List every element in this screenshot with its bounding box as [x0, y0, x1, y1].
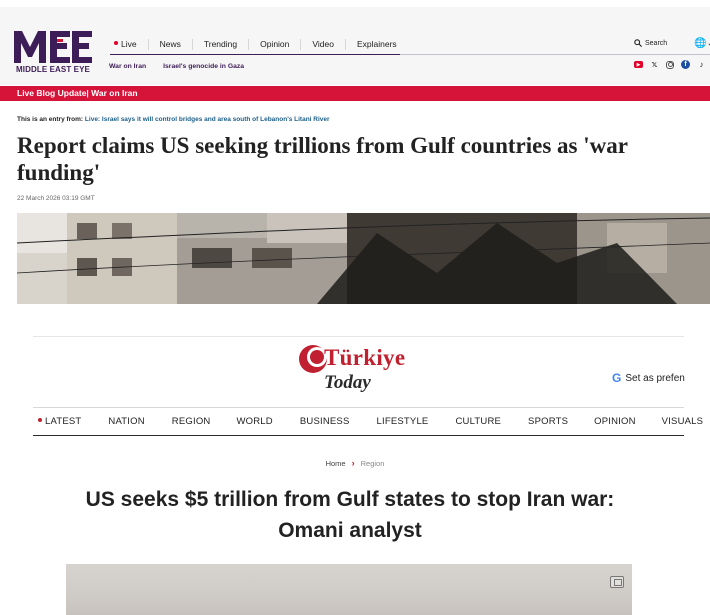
- mee-logo-mark: [14, 31, 92, 63]
- nav-video[interactable]: Video: [301, 38, 346, 50]
- breadcrumb-region[interactable]: Region: [361, 459, 385, 468]
- tt-nav-region[interactable]: REGION: [172, 416, 211, 427]
- mee-article-photo: [17, 213, 710, 304]
- tt-nav-culture[interactable]: CULTURE: [455, 416, 501, 427]
- mee-logo[interactable]: MIDDLE EAST EYE: [14, 29, 96, 75]
- tt-nav-business[interactable]: BUSINESS: [300, 416, 350, 427]
- tt-nav-sports[interactable]: SPORTS: [528, 416, 568, 427]
- live-dot-icon: [114, 41, 118, 46]
- nav-opinion[interactable]: Opinion: [249, 38, 302, 50]
- search-label: Search: [645, 39, 668, 47]
- tt-logo[interactable]: Türkiye Today: [296, 343, 406, 401]
- breadcrumb-home[interactable]: Home: [326, 459, 346, 468]
- latest-dot-icon: [38, 417, 42, 422]
- tt-headline: US seeks $5 trillion from Gulf states to…: [85, 488, 615, 542]
- live-blog-bar-text: Live Blog Update| War on Iran: [17, 88, 138, 98]
- tt-logo-line2: Today: [324, 372, 371, 393]
- youtube-icon[interactable]: ▶: [634, 61, 643, 68]
- tt-article-photo: [66, 564, 632, 615]
- tt-nav-latest-label: LATEST: [45, 415, 82, 427]
- entry-link[interactable]: Live: Israel says it will control bridge…: [85, 116, 330, 123]
- x-icon[interactable]: 𝕏: [650, 60, 659, 69]
- nav-live[interactable]: Live: [110, 38, 149, 50]
- sublink-war-on-iran[interactable]: War on Iran: [109, 63, 146, 70]
- mee-sub-nav: War on Iran Israel's genocide in Gaza: [109, 63, 244, 70]
- mee-logo-text: MIDDLE EAST EYE: [16, 65, 90, 74]
- tt-nav-lifestyle[interactable]: LIFESTYLE: [377, 416, 429, 427]
- google-icon: G: [612, 371, 622, 385]
- tt-nav-visuals[interactable]: VISUALS: [662, 416, 704, 427]
- chevron-right-icon: ›: [351, 458, 355, 468]
- nav-trending[interactable]: Trending: [193, 38, 250, 50]
- nav-explainers[interactable]: Explainers: [346, 39, 408, 50]
- mee-page: MIDDLE EAST EYE Live News Trending Opini…: [0, 0, 710, 305]
- breadcrumb: Home › Region: [0, 458, 710, 468]
- expand-image-icon[interactable]: [610, 576, 624, 588]
- nav-news[interactable]: News: [149, 38, 193, 50]
- mee-main-nav: Live News Trending Opinion Video Explain…: [110, 37, 408, 51]
- entry-source: This is an entry from: Live: Israel says…: [17, 116, 330, 123]
- tt-top-divider: [33, 336, 684, 337]
- tt-nav-latest[interactable]: LATEST: [38, 416, 81, 427]
- tt-nav-world[interactable]: WORLD: [236, 416, 272, 427]
- photo-building-illustration: [17, 213, 710, 304]
- tt-logo-line1: Türkiye: [324, 345, 406, 370]
- nav-divider-accent: [110, 54, 400, 55]
- tt-nav-opinion[interactable]: OPINION: [594, 416, 636, 427]
- set-preferred-label: Set as prefen: [625, 372, 685, 384]
- mee-headline: Report claims US seeking trillions from …: [17, 133, 628, 185]
- mee-date: 22 March 2026 03:19 GMT: [17, 195, 95, 202]
- language-globe-icon[interactable]: 🌐⌄: [694, 38, 710, 49]
- turkiye-today-page: Türkiye Today G Set as prefen LATEST NAT…: [0, 305, 710, 615]
- entry-prefix: This is an entry from:: [17, 116, 84, 123]
- tt-nav-bottom-divider: [33, 435, 684, 436]
- live-blog-bar[interactable]: Live Blog Update| War on Iran: [0, 86, 710, 101]
- tt-nav-top-divider: [33, 407, 684, 408]
- tt-nav-nation[interactable]: NATION: [108, 416, 144, 427]
- nav-live-label: Live: [121, 38, 137, 49]
- tiktok-icon[interactable]: ♪: [697, 60, 706, 69]
- search-icon: [634, 39, 642, 47]
- set-preferred-source-button[interactable]: G Set as prefen: [612, 371, 685, 385]
- sublink-gaza[interactable]: Israel's genocide in Gaza: [163, 63, 244, 70]
- social-links: ▶ 𝕏 f ♪: [634, 60, 706, 69]
- facebook-icon[interactable]: f: [681, 60, 690, 69]
- mee-header: MIDDLE EAST EYE Live News Trending Opini…: [0, 7, 710, 85]
- tt-main-nav: LATEST NATION REGION WORLD BUSINESS LIFE…: [33, 414, 703, 428]
- instagram-icon[interactable]: [666, 60, 674, 69]
- search-button[interactable]: Search: [634, 39, 667, 47]
